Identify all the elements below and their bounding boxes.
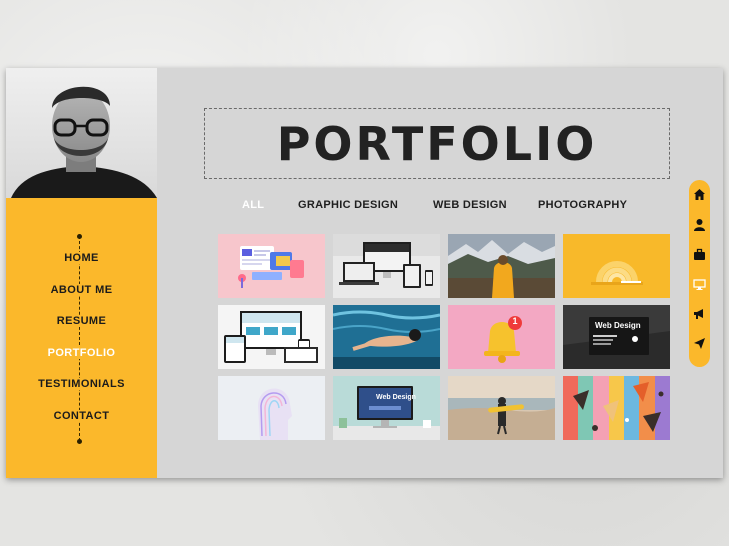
nav-item-portfolio[interactable]: PORTFOLIO	[6, 345, 157, 377]
notification-bell-image	[448, 305, 555, 369]
tab-web-design[interactable]: WEB DESIGN	[433, 199, 538, 215]
home-icon[interactable]	[693, 188, 707, 201]
notification-badge: 1	[512, 316, 518, 326]
gallery-item[interactable]	[333, 305, 440, 369]
social-icon-bar	[689, 180, 710, 367]
nav-item-label: HOME	[60, 252, 103, 264]
avatar-photo	[11, 86, 157, 198]
nav-dot-top	[77, 234, 82, 239]
nav-item-label: PORTFOLIO	[43, 346, 120, 359]
nav-item-resume[interactable]: RESUME	[6, 313, 157, 345]
website-mockup-image	[218, 305, 325, 369]
send-icon[interactable]	[693, 337, 707, 350]
gallery-item[interactable]	[448, 234, 555, 298]
head-sculpture-image	[218, 376, 325, 440]
avatar	[6, 68, 157, 198]
nav-item-home[interactable]: HOME	[6, 250, 157, 282]
gallery-item[interactable]	[448, 376, 555, 440]
briefcase-icon[interactable]	[693, 248, 707, 261]
app-illustration-image	[218, 234, 325, 298]
sidebar: HOME ABOUT ME RESUME PORTFOLIO TESTIMONI…	[6, 68, 157, 478]
portfolio-card: HOME ABOUT ME RESUME PORTFOLIO TESTIMONI…	[6, 68, 723, 478]
page-title: PORTFOLIO	[276, 116, 598, 171]
web-design-caption: Web Design	[376, 394, 416, 401]
gallery-item[interactable]	[333, 234, 440, 298]
nav-item-label: TESTIMONIALS	[34, 378, 129, 390]
monitor-icon[interactable]	[693, 277, 707, 290]
gallery-item[interactable]: 1	[448, 305, 555, 369]
gallery-item[interactable]	[218, 376, 325, 440]
gallery-item[interactable]	[563, 376, 670, 440]
megaphone-icon[interactable]	[693, 307, 707, 320]
tab-all[interactable]: ALL	[242, 199, 298, 215]
nav-list: HOME ABOUT ME RESUME PORTFOLIO TESTIMONI…	[6, 250, 157, 439]
swimmer-photo-image	[333, 305, 440, 369]
portfolio-gallery: 1 Web Design Web Design	[218, 234, 670, 440]
surfer-photo-image	[448, 376, 555, 440]
desktop-web-design-image	[333, 376, 440, 440]
nav-item-about-me[interactable]: ABOUT ME	[6, 282, 157, 314]
nav-item-label: RESUME	[52, 315, 111, 327]
devices-mockup-image	[333, 234, 440, 298]
gallery-item[interactable]: Web Design	[333, 376, 440, 440]
web-design-caption: Web Design	[595, 321, 641, 330]
page-title-box: PORTFOLIO	[204, 108, 670, 179]
gallery-item[interactable]	[563, 234, 670, 298]
tab-photography[interactable]: PHOTOGRAPHY	[538, 199, 627, 215]
yellow-arches-image	[563, 234, 670, 298]
tab-graphic-design[interactable]: GRAPHIC DESIGN	[298, 199, 433, 215]
colorful-cones-image	[563, 376, 670, 440]
gallery-item[interactable]	[218, 305, 325, 369]
main-nav: HOME ABOUT ME RESUME PORTFOLIO TESTIMONI…	[6, 198, 157, 478]
nav-item-contact[interactable]: CONTACT	[6, 408, 157, 440]
filter-tabs: ALL GRAPHIC DESIGN WEB DESIGN PHOTOGRAPH…	[242, 199, 627, 215]
nav-item-label: CONTACT	[49, 409, 114, 422]
hiker-photo-image	[448, 234, 555, 298]
gallery-item[interactable]	[218, 234, 325, 298]
dark-web-design-image	[563, 305, 670, 369]
user-icon[interactable]	[693, 218, 707, 231]
nav-dot-bottom	[77, 439, 82, 444]
nav-item-testimonials[interactable]: TESTIMONIALS	[6, 376, 157, 408]
gallery-item[interactable]: Web Design	[563, 305, 670, 369]
nav-item-label: ABOUT ME	[46, 283, 117, 296]
